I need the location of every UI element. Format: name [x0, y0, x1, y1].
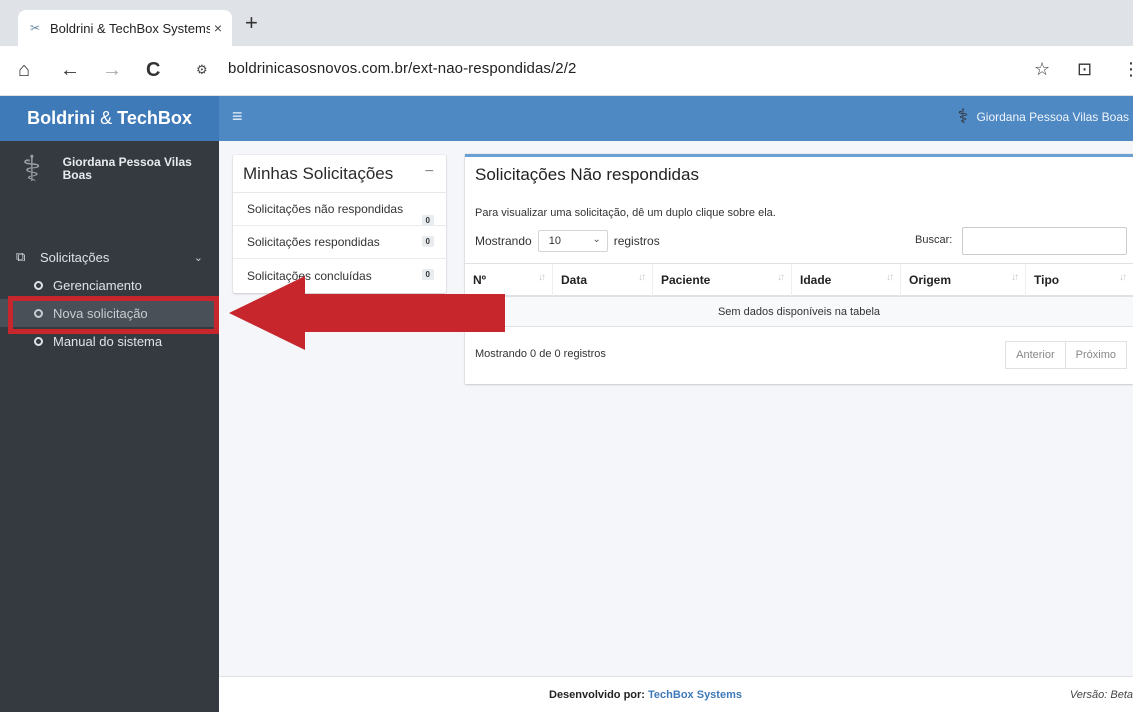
column-label: Idade	[800, 273, 832, 287]
site-info-icon[interactable]: ⚙	[196, 62, 208, 78]
show-prefix: Mostrando	[475, 234, 532, 248]
browser-toolbar: ⌂ ← → C ⚙ boldrinicasosnovos.com.br/ext-…	[0, 46, 1133, 96]
sidebar-item-label: Gerenciamento	[53, 277, 142, 293]
column-label: Paciente	[661, 273, 711, 287]
card-title: Minhas Solicitações	[243, 163, 394, 183]
sidebar-item-label: Manual do sistema	[53, 333, 163, 349]
page-size-control: Mostrando 10 ⌄ registros	[475, 230, 660, 252]
column-header-paciente[interactable]: Paciente ↓↑	[653, 264, 792, 296]
column-label: Origem	[909, 273, 952, 287]
collapse-icon[interactable]: −	[425, 163, 434, 181]
sidebar-group-solicitacoes[interactable]: ⧉ Solicitações ⌄	[0, 243, 219, 271]
search-label: Buscar:	[915, 234, 953, 246]
hamburger-menu-icon[interactable]: ≡	[232, 106, 243, 127]
sort-icon: ↓↑	[638, 272, 646, 283]
brand-logo[interactable]: Boldrini & TechBox	[0, 96, 219, 141]
copy-icon: ⧉	[16, 249, 26, 264]
bookmark-star-icon[interactable]: ☆	[1034, 59, 1050, 80]
brand-ampersand: &	[100, 108, 113, 128]
user-avatar-caduceus-icon: ⚕	[22, 148, 42, 189]
brand-name-right: TechBox	[117, 108, 192, 128]
sidebar-item-gerenciamento[interactable]: Gerenciamento	[0, 271, 219, 299]
list-item-nao-respondidas[interactable]: Solicitações não respondidas 0	[233, 193, 446, 226]
close-tab-icon[interactable]: ×	[214, 20, 222, 36]
column-header-tipo[interactable]: Tipo ↓↑	[1026, 264, 1133, 296]
sort-icon: ↓↑	[538, 272, 546, 283]
table-header: Nº ↓↑ Data ↓↑ Paciente ↓↑ Idade ↓↑ Orige…	[465, 263, 1133, 297]
version-text: Versão: Beta	[1069, 689, 1133, 701]
empty-table-row: Sem dados disponíveis na tabela	[465, 297, 1133, 327]
developer-label: Desenvolvido por:	[549, 689, 645, 701]
pagination: Anterior Próximo	[1005, 341, 1127, 369]
brand-name-left: Boldrini	[27, 108, 96, 128]
next-page-button[interactable]: Próximo	[1065, 341, 1127, 369]
circle-icon	[34, 336, 43, 346]
developer-credit: Desenvolvido por: TechBox Systems	[549, 689, 742, 701]
sidebar-user-name: Giordana Pessoa Vilas Boas	[62, 155, 192, 182]
previous-page-button[interactable]: Anterior	[1005, 341, 1066, 369]
site-favicon-icon: ✂	[30, 21, 41, 35]
unanswered-requests-card: Solicitações Não respondidas Para visual…	[465, 154, 1133, 384]
circle-icon	[34, 280, 43, 290]
page-footer: Desenvolvido por: TechBox Systems Versão…	[219, 676, 1133, 712]
list-item-label: Solicitações respondidas	[247, 235, 380, 249]
column-header-idade[interactable]: Idade ↓↑	[792, 264, 901, 296]
home-icon[interactable]: ⌂	[18, 58, 30, 82]
user-menu[interactable]: ⚕ Giordana Pessoa Vilas Boas	[957, 106, 1129, 128]
browser-tab-bar: ✂ Boldrini & TechBox Systems × +	[0, 0, 1133, 46]
instruction-text: Para visualizar uma solicitação, dê um d…	[475, 207, 776, 219]
column-header-origem[interactable]: Origem ↓↑	[901, 264, 1026, 296]
new-tab-button[interactable]: +	[245, 11, 258, 35]
page-size-value: 10	[548, 235, 561, 247]
sidebar-group-label: Solicitações	[40, 249, 110, 265]
count-badge: 0	[421, 236, 434, 247]
caduceus-icon: ⚕	[957, 106, 969, 128]
browser-tab[interactable]: ✂ Boldrini & TechBox Systems ×	[18, 10, 232, 46]
sort-icon: ↓↑	[777, 272, 785, 283]
count-badge: 0	[421, 215, 434, 226]
sidebar-user-panel: ⚕ Giordana Pessoa Vilas Boas	[22, 149, 212, 189]
extensions-icon[interactable]: ⊡	[1077, 59, 1092, 80]
app-header: Boldrini & TechBox ≡ ⚕ Giordana Pessoa V…	[0, 96, 1133, 141]
sidebar: ⚕ Giordana Pessoa Vilas Boas ⧉ Solicitaç…	[0, 141, 219, 712]
sort-icon: ↓↑	[1011, 272, 1019, 283]
tab-title: Boldrini & TechBox Systems	[50, 20, 210, 36]
forward-icon[interactable]: →	[102, 58, 122, 82]
my-requests-card: Minhas Solicitações − Solicitações não r…	[233, 155, 446, 293]
chevron-down-icon: ⌄	[193, 251, 203, 264]
sort-icon: ↓↑	[1119, 272, 1127, 283]
show-suffix: registros	[613, 234, 660, 248]
column-header-data[interactable]: Data ↓↑	[553, 264, 653, 296]
browser-menu-icon[interactable]: ⋮	[1122, 59, 1133, 80]
page-title: Solicitações Não respondidas	[475, 165, 699, 184]
reload-icon[interactable]: C	[146, 58, 160, 82]
column-label: Data	[561, 273, 588, 287]
content-area: Minhas Solicitações − Solicitações não r…	[219, 141, 1133, 676]
chevron-down-icon: ⌄	[592, 234, 601, 245]
header-user-name: Giordana Pessoa Vilas Boas	[976, 110, 1129, 124]
column-label: Tipo	[1034, 273, 1060, 287]
developer-link[interactable]: TechBox Systems	[648, 689, 742, 701]
highlight-box	[8, 296, 219, 334]
search-input[interactable]	[962, 227, 1127, 255]
red-arrow-icon	[229, 276, 505, 350]
address-bar-url[interactable]: boldrinicasosnovos.com.br/ext-nao-respon…	[228, 60, 576, 77]
list-item-respondidas[interactable]: Solicitações respondidas 0	[233, 226, 446, 259]
my-requests-title: Minhas Solicitações −	[233, 155, 446, 193]
sort-icon: ↓↑	[886, 272, 894, 283]
list-item-label: Solicitações não respondidas	[247, 202, 404, 216]
back-icon[interactable]: ←	[60, 58, 80, 82]
page-size-select[interactable]: 10 ⌄	[537, 230, 608, 252]
